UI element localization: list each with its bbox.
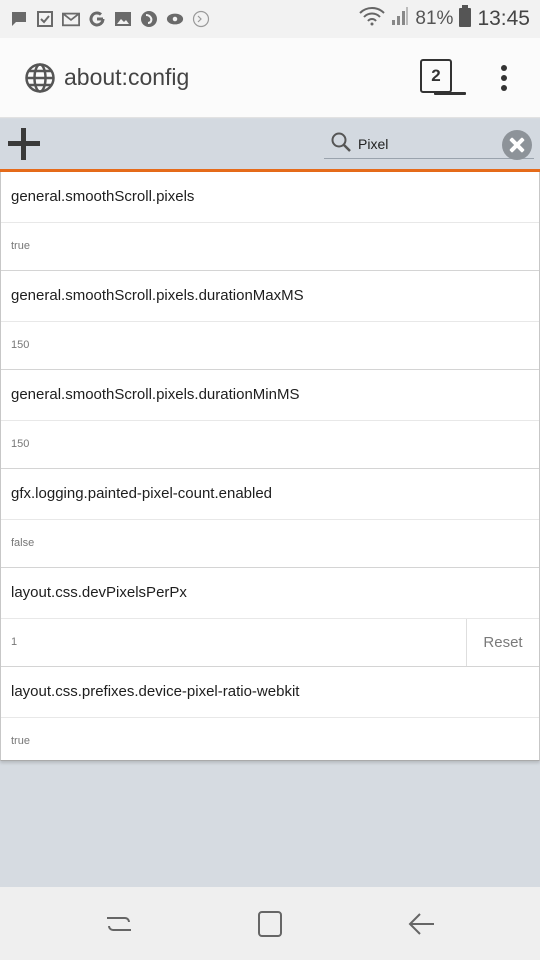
add-pref-button[interactable] xyxy=(8,128,40,160)
tab-count: 2 xyxy=(431,65,441,85)
pref-list: general.smoothScroll.pixels true general… xyxy=(0,172,540,761)
tabs-button[interactable]: 2 xyxy=(420,58,452,93)
pref-row[interactable]: general.smoothScroll.pixels.durationMaxM… xyxy=(1,271,539,370)
config-toolbar xyxy=(0,119,540,169)
pref-row[interactable]: layout.css.devPixelsPerPx 1 Reset xyxy=(1,568,539,667)
recent-apps-icon[interactable] xyxy=(104,909,134,939)
menu-dot xyxy=(501,84,507,91)
battery-percent: 81% xyxy=(415,8,454,29)
pref-name: general.smoothScroll.pixels.durationMinM… xyxy=(11,386,300,403)
google-icon xyxy=(88,10,106,28)
tabs-button-underline xyxy=(434,92,466,95)
home-icon[interactable] xyxy=(255,909,285,939)
pref-name: general.smoothScroll.pixels.durationMaxM… xyxy=(11,287,304,304)
pref-value: 150 xyxy=(11,438,30,450)
system-nav-bar xyxy=(0,887,540,960)
pref-name: layout.css.prefixes.device-pixel-ratio-w… xyxy=(11,683,300,700)
pref-name: gfx.logging.painted-pixel-count.enabled xyxy=(11,485,273,502)
search-icon xyxy=(330,131,352,153)
message-icon xyxy=(10,10,28,28)
pref-divider xyxy=(1,222,539,223)
pref-value: 1 xyxy=(11,636,18,648)
notification-icons xyxy=(10,10,210,28)
pref-row[interactable]: general.smoothScroll.pixels true xyxy=(1,172,539,271)
wifi-icon xyxy=(359,6,386,32)
pref-divider xyxy=(1,321,539,322)
url-bar: about:config 2 xyxy=(0,38,540,118)
gallery-icon xyxy=(114,10,132,28)
clock: 13:45 xyxy=(477,7,530,30)
pref-divider xyxy=(1,420,539,421)
gmail-icon xyxy=(62,10,80,28)
pref-divider xyxy=(1,519,539,520)
pref-name: layout.css.devPixelsPerPx xyxy=(11,584,187,601)
pref-name: general.smoothScroll.pixels xyxy=(11,188,195,205)
url-text[interactable]: about:config xyxy=(64,64,189,91)
overflow-menu-button[interactable] xyxy=(492,60,516,96)
menu-dot xyxy=(501,64,507,71)
search-input[interactable] xyxy=(358,133,498,155)
pref-divider xyxy=(1,717,539,718)
back-icon[interactable] xyxy=(406,909,436,939)
pref-value: true xyxy=(11,240,30,252)
terminal-app-icon xyxy=(192,10,210,28)
status-bar: 81% 13:45 xyxy=(0,0,540,38)
pref-row[interactable]: layout.css.prefixes.device-pixel-ratio-w… xyxy=(1,667,539,760)
task-checkbox-icon xyxy=(36,10,54,28)
firefox-icon xyxy=(140,10,158,28)
pref-value: 150 xyxy=(11,339,30,351)
clear-search-icon[interactable] xyxy=(502,130,532,160)
reset-button[interactable]: Reset xyxy=(466,619,539,666)
signal-icon xyxy=(391,6,409,32)
eye-app-icon xyxy=(166,10,184,28)
pref-value: false xyxy=(11,537,35,549)
battery-icon xyxy=(459,5,472,33)
globe-icon xyxy=(24,62,56,94)
pref-divider xyxy=(1,618,539,619)
pref-row[interactable]: general.smoothScroll.pixels.durationMinM… xyxy=(1,370,539,469)
pref-value: true xyxy=(11,735,30,747)
menu-dot xyxy=(501,74,507,81)
pref-row[interactable]: gfx.logging.painted-pixel-count.enabled … xyxy=(1,469,539,568)
